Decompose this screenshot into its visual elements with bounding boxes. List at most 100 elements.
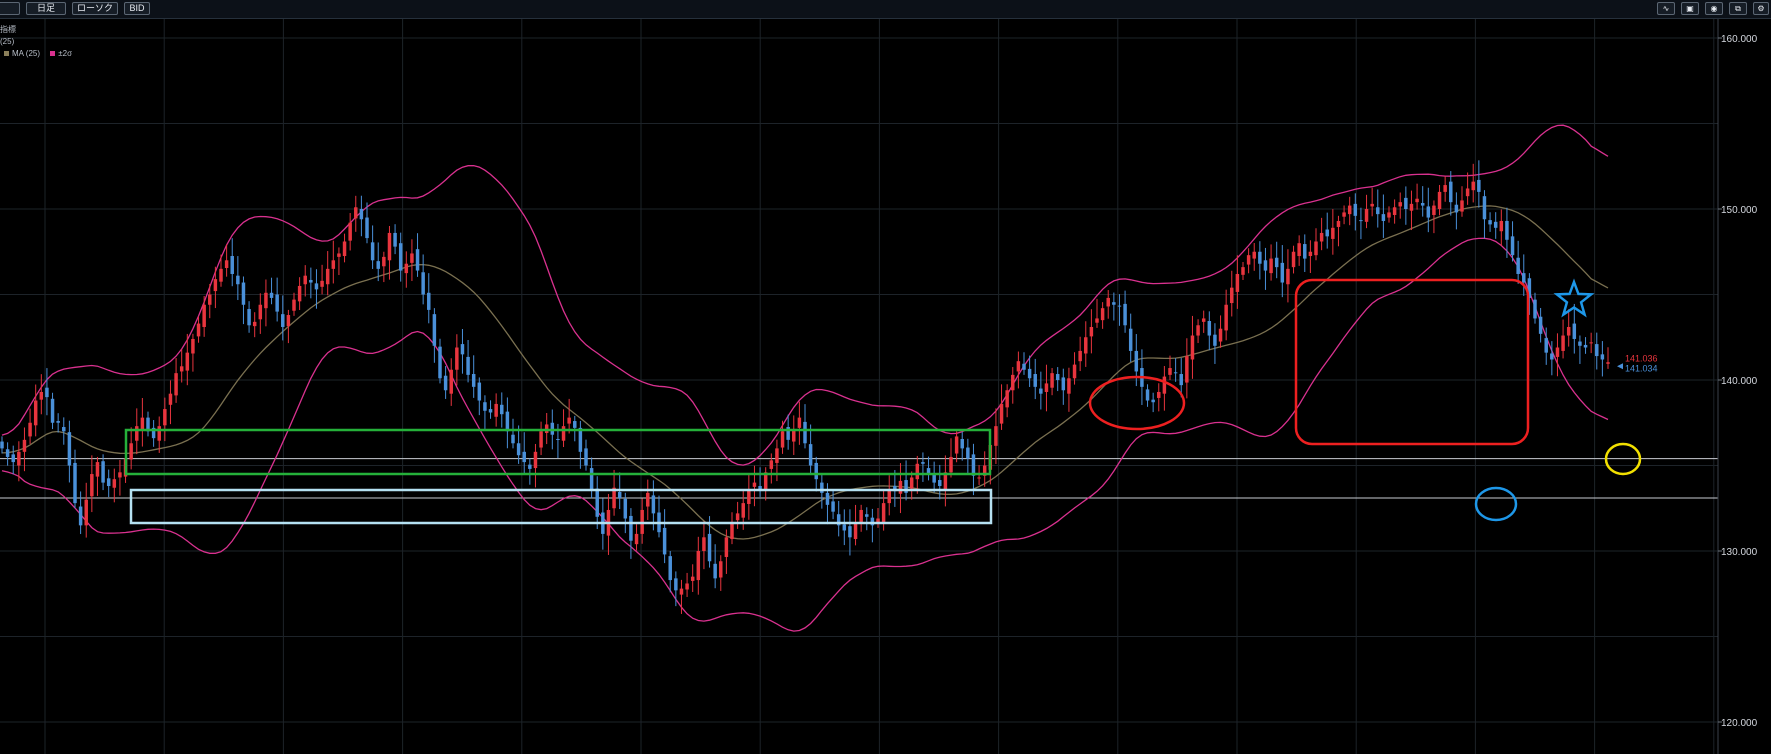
candle-up	[1218, 315, 1223, 348]
candle-body	[522, 451, 526, 463]
save-icon[interactable]: ▣	[1681, 2, 1699, 15]
candle-body	[50, 398, 55, 423]
candle-body	[1493, 221, 1498, 228]
candle-body	[292, 299, 296, 311]
price-tick-label: 120.000	[1721, 718, 1758, 729]
candle-down	[1128, 313, 1133, 362]
candle-body	[1308, 251, 1313, 257]
candle-body	[370, 242, 375, 261]
candle-body	[1173, 372, 1178, 374]
candle-down	[865, 507, 869, 531]
candle-down	[483, 395, 487, 429]
candle-body	[1589, 342, 1593, 344]
candle-down	[511, 418, 515, 449]
candle-body	[67, 432, 72, 466]
candle-body	[954, 436, 959, 454]
candlestick-chart[interactable]: 160.000 150.000 140.000 130.000 120.000 141.0…	[0, 0, 1771, 754]
candle-body	[112, 479, 117, 488]
candle-down	[1055, 367, 1060, 392]
candle-body	[1291, 251, 1296, 268]
candle-down	[62, 417, 66, 445]
candle-body	[1033, 374, 1037, 387]
chart-type-button[interactable]: ローソク	[72, 2, 118, 15]
candle-body	[1162, 376, 1167, 394]
candle-up	[1241, 262, 1245, 280]
candle-body	[500, 404, 504, 415]
candle-down	[1303, 234, 1307, 273]
candle-down	[241, 276, 246, 325]
candle-down	[589, 457, 594, 499]
price-type-button[interactable]: BID	[124, 2, 150, 15]
candle-body	[1044, 383, 1049, 392]
candle-down	[269, 277, 274, 305]
candle-body	[421, 272, 425, 295]
candle-body	[1550, 353, 1554, 360]
candle-down	[1173, 358, 1178, 382]
candle-up	[1235, 255, 1240, 309]
candle-body	[865, 514, 869, 517]
camera-icon[interactable]: ◉	[1705, 2, 1723, 15]
candle-up	[320, 264, 324, 295]
candle-body	[342, 241, 347, 257]
candle-up	[1409, 190, 1414, 231]
candle-up	[898, 463, 903, 514]
candle-up	[1460, 186, 1464, 217]
candle-up	[954, 431, 959, 463]
candle-down	[1578, 335, 1582, 364]
copy-icon[interactable]: ⧉	[1729, 2, 1747, 15]
candle-up	[494, 393, 498, 427]
candle-body	[915, 463, 920, 480]
legend-item-period: (25)	[0, 36, 72, 48]
candle-down	[1274, 241, 1279, 279]
candle-body	[1488, 220, 1492, 225]
candle-body	[286, 315, 291, 327]
candle-up	[853, 504, 858, 546]
blue-circle-annotation	[1474, 486, 1518, 522]
candle-body	[1269, 258, 1273, 274]
candle-body	[1533, 299, 1537, 319]
candle-down	[921, 452, 925, 482]
candle-down	[1151, 392, 1155, 413]
candle-down	[359, 195, 364, 237]
settings-icon[interactable]: ⚙	[1753, 2, 1769, 15]
candle-body	[281, 314, 285, 327]
candle-body	[1314, 241, 1318, 256]
candle-up	[1246, 248, 1251, 274]
toolbar-button-prev[interactable]	[0, 2, 20, 15]
candle-body	[1437, 191, 1442, 209]
candle-up	[544, 412, 549, 445]
candle-down	[500, 392, 504, 428]
candle-body	[1145, 389, 1150, 401]
candle-down	[1493, 212, 1498, 239]
period-button[interactable]: 日足	[26, 2, 66, 15]
candle-up	[303, 265, 307, 297]
candle-up	[1196, 319, 1200, 344]
candle-down	[573, 415, 577, 442]
candle-body	[354, 207, 358, 219]
candle-down	[1454, 192, 1459, 230]
candle-body	[1061, 377, 1066, 391]
price-axis: 160.000 150.000 140.000 130.000 120.000 141.0…	[1617, 19, 1758, 754]
candle-body	[617, 492, 622, 498]
candle-up	[1230, 270, 1234, 317]
candle-body	[1297, 243, 1301, 257]
candle-body	[33, 400, 38, 426]
line-chart-icon[interactable]: ∿	[1657, 2, 1675, 15]
candle-body	[1230, 287, 1234, 304]
candle-up	[1415, 183, 1419, 210]
candle-down	[1258, 241, 1262, 280]
candle-down	[870, 508, 875, 543]
candle-down	[1280, 245, 1285, 298]
candle-down	[376, 242, 380, 282]
candle-body	[1179, 374, 1183, 386]
candle-body	[960, 438, 964, 449]
candle-body	[550, 422, 555, 435]
candle-body	[589, 468, 594, 490]
candle-body	[1336, 220, 1341, 227]
candle-body	[174, 373, 178, 396]
candle-down	[578, 420, 583, 469]
candle-body	[1538, 316, 1543, 334]
candle-body	[376, 261, 380, 269]
candle-down	[477, 377, 482, 416]
candle-body	[185, 352, 190, 371]
